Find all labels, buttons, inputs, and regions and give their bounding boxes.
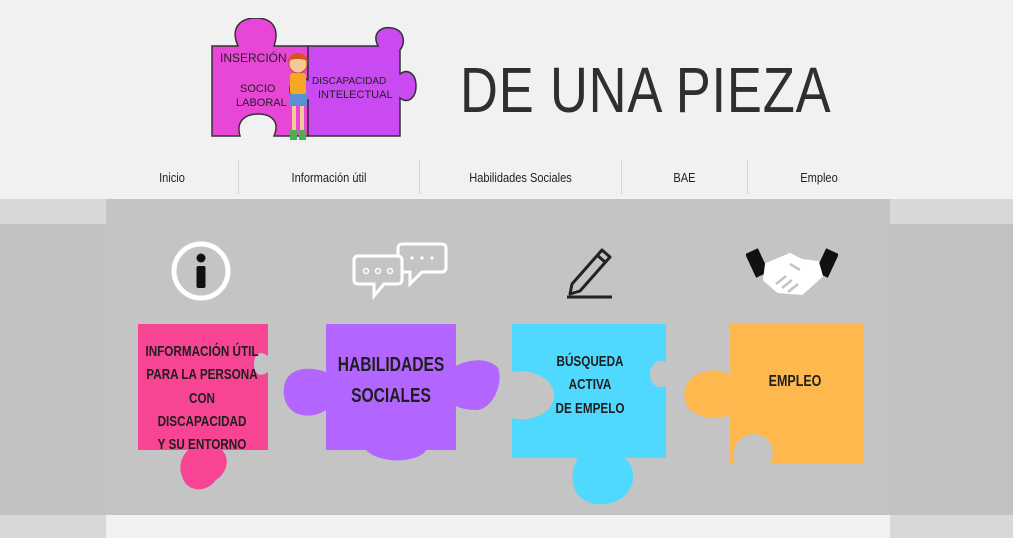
card-label-empleo: EMPLEO — [768, 373, 822, 390]
logo-text-intelectual: INTELECTUAL — [318, 89, 393, 101]
site-title: DE UNA PIEZA — [460, 54, 832, 126]
chat-bubbles-icon — [352, 242, 448, 301]
nav-item-inicio[interactable]: Inicio — [116, 160, 228, 194]
nav-divider — [419, 160, 420, 194]
site-logo[interactable]: INSERCIÓN SOCIO LABORAL DISCAPACIDAD INT… — [208, 18, 418, 154]
main-nav: Inicio Información útil Habilidades Soci… — [106, 160, 890, 194]
card-label-habilidades-sociales: HABILIDADES SOCIALES — [337, 354, 445, 407]
card-empleo[interactable] — [680, 322, 866, 468]
logo-text-laboral: LABORAL — [236, 97, 287, 109]
nav-divider — [621, 160, 622, 194]
nav-divider — [238, 160, 239, 194]
pencil-icon — [567, 248, 612, 299]
info-icon — [171, 241, 231, 301]
nav-item-informacion-util[interactable]: Información útil — [253, 160, 406, 194]
card-label-informacion-util: INFORMACIÓN ÚTIL PARA LA PERSONA CON DIS… — [145, 343, 259, 453]
nav-item-bae[interactable]: BAE — [631, 160, 737, 194]
handshake-icon — [746, 248, 838, 296]
logo-text-socio: SOCIO — [240, 83, 276, 95]
card-label-busqueda-activa: BÚSQUEDA ACTIVA DE EMPELO — [555, 353, 625, 417]
nav-item-habilidades-sociales[interactable]: Habilidades Sociales — [435, 160, 606, 194]
nav-item-empleo[interactable]: Empleo — [759, 160, 880, 194]
nav-divider — [747, 160, 748, 194]
logo-text-discapacidad: DISCAPACIDAD — [312, 76, 386, 87]
logo-text-insercion: INSERCIÓN — [220, 50, 287, 65]
